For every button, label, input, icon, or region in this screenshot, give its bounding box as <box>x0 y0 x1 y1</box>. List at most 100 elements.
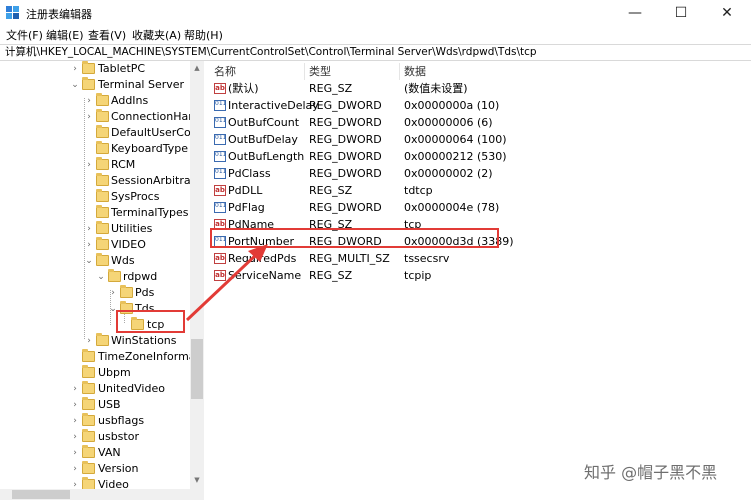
expand-arrow-icon[interactable]: › <box>70 413 80 429</box>
folder-icon <box>82 365 95 378</box>
value-data: 0x00000002 (2) <box>404 167 493 180</box>
tree-item-sessionarbitration[interactable]: SessionArbitration <box>0 173 203 189</box>
tree-item-usb[interactable]: › USB <box>0 397 190 413</box>
expand-arrow-icon[interactable]: › <box>84 109 94 125</box>
binary-value-icon: 011 110 <box>214 202 226 213</box>
tree-item-unitedvideo[interactable]: › UnitedVideo <box>0 381 190 397</box>
collapse-arrow-icon[interactable]: ⌄ <box>70 77 80 93</box>
menu-file[interactable]: 文件(F) <box>6 27 43 43</box>
collapse-arrow-icon[interactable]: ⌄ <box>96 269 106 285</box>
folder-icon <box>96 173 109 186</box>
scroll-thumb[interactable] <box>191 339 203 399</box>
tree-item-version[interactable]: › Version <box>0 461 190 477</box>
value-type: REG_DWORD <box>309 99 382 112</box>
column-header-name[interactable]: 名称 <box>210 63 305 80</box>
folder-icon <box>108 269 121 282</box>
expand-arrow-icon[interactable]: › <box>70 61 80 77</box>
value-data: 0x0000000a (10) <box>404 99 500 112</box>
tree-item-sysprocs[interactable]: SysProcs <box>0 189 190 205</box>
address-bar[interactable]: 计算机\HKEY_LOCAL_MACHINE\SYSTEM\CurrentCon… <box>0 44 751 61</box>
tree-item-label: rdpwd <box>123 270 158 283</box>
value-data: tdtcp <box>404 184 433 197</box>
tree-item-label: usbstor <box>98 430 139 443</box>
value-name: OutBufLength <box>228 150 305 163</box>
tree-item-pds[interactable]: › Pds <box>0 285 190 301</box>
window-title: 注册表编辑器 <box>26 8 92 21</box>
value-row[interactable]: ab (默认) REG_SZ (数值未设置) <box>210 80 751 97</box>
binary-value-icon: 011 110 <box>214 100 226 111</box>
expand-arrow-icon[interactable]: › <box>84 221 94 237</box>
tree-item-video[interactable]: › Video <box>0 477 190 489</box>
value-row[interactable]: 011 110 OutBufCount REG_DWORD 0x00000006… <box>210 114 751 131</box>
tree-item-addins[interactable]: › AddIns <box>0 93 190 109</box>
tree-item-label: Terminal Server <box>98 78 185 91</box>
tree-item-terminaltypes[interactable]: TerminalTypes <box>0 205 190 221</box>
expand-arrow-icon[interactable]: › <box>84 237 94 253</box>
value-type: REG_DWORD <box>309 201 382 214</box>
tree-item-usbflags[interactable]: › usbflags <box>0 413 190 429</box>
folder-icon <box>82 413 95 426</box>
value-row[interactable]: 011 110 PdFlag REG_DWORD 0x0000004e (78) <box>210 199 751 216</box>
expand-arrow-icon[interactable]: › <box>70 461 80 477</box>
tree-item-wds[interactable]: ⌄ Wds <box>0 253 190 269</box>
scroll-down-icon[interactable]: ▼ <box>190 473 204 487</box>
value-row[interactable]: 011 110 OutBufDelay REG_DWORD 0x00000064… <box>210 131 751 148</box>
value-data: 0x0000004e (78) <box>404 201 500 214</box>
scroll-up-icon[interactable]: ▲ <box>190 61 204 75</box>
folder-icon <box>96 157 109 170</box>
tree-item-utilities[interactable]: › Utilities <box>0 221 190 237</box>
tree-item-keyboardtype[interactable]: KeyboardType M <box>0 141 201 157</box>
expand-arrow-icon[interactable]: › <box>70 381 80 397</box>
menu-favorites[interactable]: 收藏夹(A) <box>132 27 181 43</box>
value-row[interactable]: 011 110 OutBufLength REG_DWORD 0x0000021… <box>210 148 751 165</box>
tree-item-timezoneinformation[interactable]: TimeZoneInformatio <box>0 349 203 365</box>
expand-arrow-icon[interactable]: › <box>84 333 94 349</box>
values-list: 名称 类型 数据 ab (默认) REG_SZ (数值未设置) 011 110 … <box>210 61 751 500</box>
menu-view[interactable]: 查看(V) <box>88 27 126 43</box>
tree-horizontal-scrollbar[interactable] <box>0 489 204 500</box>
expand-arrow-icon[interactable]: › <box>84 93 94 109</box>
tree-item-connectionhandler[interactable]: › ConnectionHandle <box>0 109 203 125</box>
value-row[interactable]: ab PdDLL REG_SZ tdtcp <box>210 182 751 199</box>
tree-item-label: Utilities <box>111 222 153 235</box>
value-row[interactable]: 011 110 PdClass REG_DWORD 0x00000002 (2) <box>210 165 751 182</box>
tree-item-label: USB <box>98 398 121 411</box>
minimize-button[interactable]: — <box>612 0 658 26</box>
folder-icon <box>96 189 109 202</box>
expand-arrow-icon[interactable]: › <box>70 397 80 413</box>
menu-help[interactable]: 帮助(H) <box>184 27 223 43</box>
expand-arrow-icon[interactable]: › <box>70 429 80 445</box>
value-row[interactable]: ab RequiredPds REG_MULTI_SZ tssecsrv <box>210 250 751 267</box>
tree-item-winstations[interactable]: › WinStations <box>0 333 190 349</box>
scroll-thumb[interactable] <box>12 490 70 499</box>
tree-item-usbstor[interactable]: › usbstor <box>0 429 190 445</box>
collapse-arrow-icon[interactable]: ⌄ <box>84 253 94 269</box>
tree-item-label: SysProcs <box>111 190 160 203</box>
column-header-data[interactable]: 数据 <box>400 63 751 80</box>
expand-arrow-icon[interactable]: › <box>108 285 118 301</box>
tree-item-label: VAN <box>98 446 121 459</box>
close-button[interactable]: ✕ <box>704 0 750 26</box>
tree-item-defaultuserconfig[interactable]: DefaultUserConfig <box>0 125 203 141</box>
tree-vertical-scrollbar[interactable]: ▲ ▼ <box>190 61 204 489</box>
tree-item-tabletpc[interactable]: › TabletPC <box>0 61 190 77</box>
tree-item-van[interactable]: › VAN <box>0 445 190 461</box>
tree-item-rcm[interactable]: › RCM <box>0 157 190 173</box>
value-row[interactable]: 011 110 InteractiveDelay REG_DWORD 0x000… <box>210 97 751 114</box>
folder-icon <box>82 349 95 362</box>
column-header-type[interactable]: 类型 <box>305 63 400 80</box>
value-data: 0x00000064 (100) <box>404 133 507 146</box>
value-name: (默认) <box>228 82 259 95</box>
tree-item-terminal-server[interactable]: ⌄ Terminal Server <box>0 77 190 93</box>
tree-item-rdpwd[interactable]: ⌄ rdpwd <box>0 269 190 285</box>
tree-item-ubpm[interactable]: Ubpm <box>0 365 190 381</box>
binary-value-icon: 011 110 <box>214 117 226 128</box>
tree-item-video-ts[interactable]: › VIDEO <box>0 237 190 253</box>
expand-arrow-icon[interactable]: › <box>70 477 80 489</box>
string-value-icon: ab <box>214 253 226 264</box>
expand-arrow-icon[interactable]: › <box>70 445 80 461</box>
value-row[interactable]: ab ServiceName REG_SZ tcpip <box>210 267 751 284</box>
menu-edit[interactable]: 编辑(E) <box>46 27 84 43</box>
maximize-button[interactable]: ☐ <box>658 0 704 26</box>
expand-arrow-icon[interactable]: › <box>84 157 94 173</box>
